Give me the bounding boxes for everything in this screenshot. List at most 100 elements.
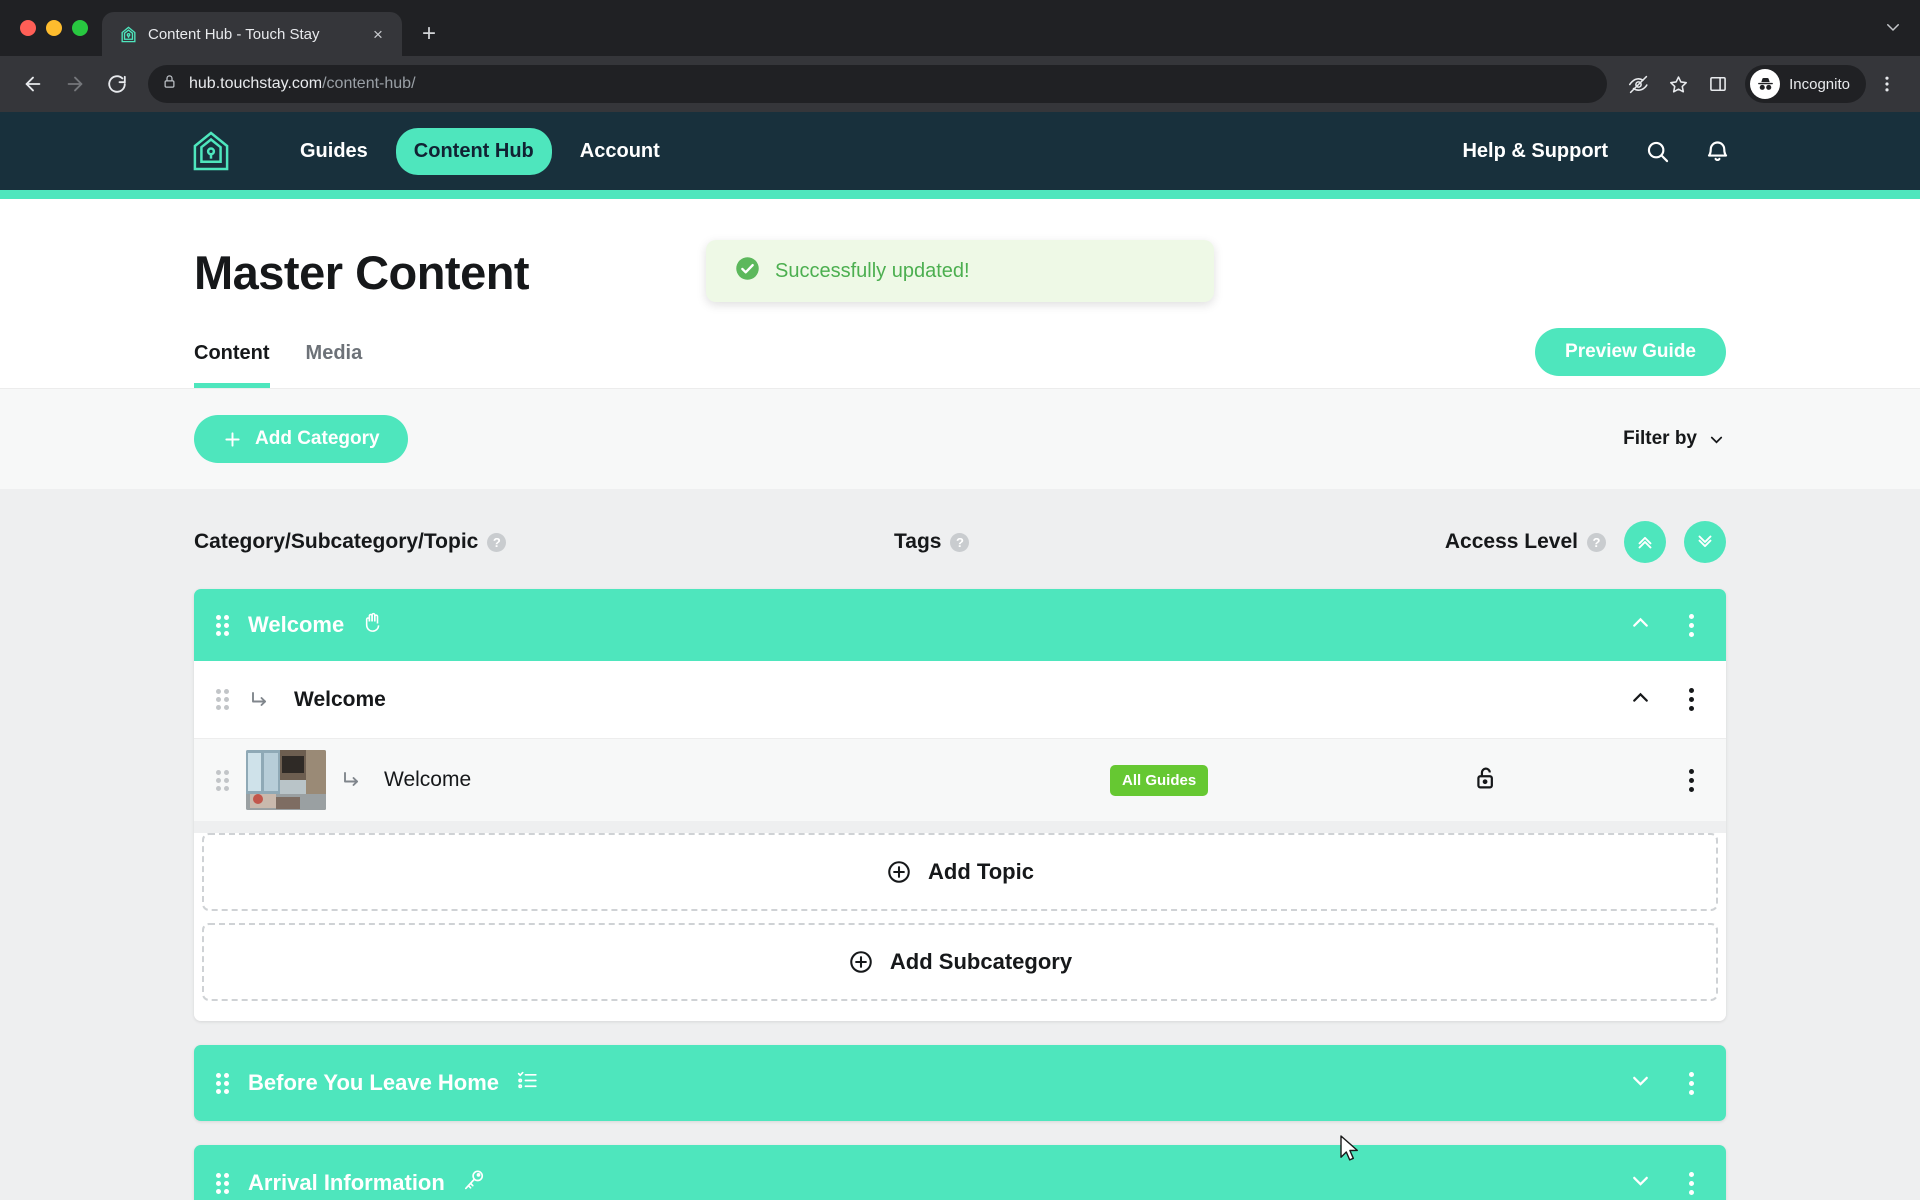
drag-handle-icon[interactable] (216, 1172, 232, 1194)
url-path: /content-hub/ (322, 75, 416, 92)
help-icon[interactable]: ? (487, 532, 507, 552)
filter-by-dropdown[interactable]: Filter by (1623, 428, 1726, 450)
site-lock-icon (162, 74, 177, 94)
profile-incognito-button[interactable]: Incognito (1745, 65, 1866, 103)
forward-button[interactable] (56, 65, 94, 103)
help-icon[interactable]: ? (1587, 532, 1606, 552)
expand-all-button[interactable] (1624, 521, 1666, 563)
add-topic-button[interactable]: Add Topic (202, 833, 1718, 911)
column-header-access-label: Access Level (1444, 530, 1578, 553)
column-header-tags-label: Tags (894, 530, 942, 553)
add-topic-label: Add Topic (928, 859, 1034, 884)
eye-slash-icon[interactable] (1619, 65, 1657, 103)
key-icon (461, 1168, 486, 1198)
collapse-all-button[interactable] (1684, 521, 1726, 563)
browser-window: Content Hub - Touch Stay × + hub.touchst… (0, 0, 1920, 1200)
maximize-window-button[interactable] (72, 20, 88, 36)
subcategory-row-actions (1628, 682, 1704, 717)
help-icon[interactable]: ? (950, 532, 970, 552)
category-row-welcome[interactable]: Welcome (194, 589, 1726, 661)
topic-name: Welcome (384, 768, 472, 791)
app-navigation-bar: Guides Content Hub Account Help & Suppor… (0, 112, 1920, 190)
window-traffic-lights (14, 0, 102, 56)
raised-hand-icon (360, 610, 385, 640)
side-panel-icon[interactable] (1699, 65, 1737, 103)
new-tab-button[interactable]: + (412, 17, 446, 51)
category-name: Arrival Information (248, 1170, 445, 1195)
category-row-actions (1628, 1066, 1704, 1101)
browser-tab[interactable]: Content Hub - Touch Stay × (102, 12, 402, 56)
add-category-button[interactable]: Add Category (194, 415, 408, 463)
page-tabs: Content Media (194, 342, 362, 388)
category-name: Welcome (248, 612, 345, 637)
column-header-tags: Tags ? (894, 530, 1364, 554)
toolbar-right-icons: Incognito (1619, 65, 1906, 103)
drag-handle-icon[interactable] (216, 614, 232, 636)
nav-link-guides[interactable]: Guides (282, 128, 386, 175)
add-subcategory-button[interactable]: Add Subcategory (202, 923, 1718, 1001)
three-dot-menu-icon[interactable] (1868, 65, 1906, 103)
kebab-menu-icon[interactable] (1679, 1166, 1704, 1200)
close-icon[interactable]: × (366, 22, 390, 46)
reload-button[interactable] (98, 65, 136, 103)
browser-tab-strip: Content Hub - Touch Stay × + (0, 0, 1920, 56)
category-row-actions (1628, 1166, 1704, 1200)
search-icon[interactable] (1642, 136, 1672, 166)
kebab-menu-icon[interactable] (1679, 682, 1704, 717)
category-group-welcome: Welcome Welcome Welcome All Guides Add T… (194, 589, 1726, 1021)
chevron-down-icon[interactable] (1884, 18, 1902, 39)
address-bar-url: hub.touchstay.com/content-hub/ (189, 75, 416, 93)
touchstay-house-icon (118, 24, 138, 44)
check-circle-icon (734, 255, 761, 287)
toast-message: Successfully updated! (775, 259, 970, 282)
subcategory-row-welcome[interactable]: Welcome (194, 661, 1726, 739)
nav-link-content-hub[interactable]: Content Hub (395, 127, 552, 175)
drag-handle-icon[interactable] (216, 1072, 232, 1094)
nav-link-account[interactable]: Account (562, 128, 678, 175)
add-category-label: Add Category (255, 428, 380, 449)
browser-tab-title: Content Hub - Touch Stay (148, 25, 320, 43)
address-bar[interactable]: hub.touchstay.com/content-hub/ (148, 65, 1608, 103)
drag-handle-icon[interactable] (216, 689, 232, 710)
nav-link-help-support[interactable]: Help & Support (1458, 128, 1612, 175)
category-row-actions (1628, 608, 1704, 643)
back-button[interactable] (14, 65, 52, 103)
chevron-up-icon[interactable] (1628, 610, 1653, 640)
kebab-menu-icon[interactable] (1679, 608, 1704, 643)
close-window-button[interactable] (20, 20, 36, 36)
kebab-menu-icon[interactable] (1679, 763, 1704, 798)
unlocked-padlock-icon[interactable] (1472, 764, 1500, 797)
tab-content[interactable]: Content (194, 342, 270, 388)
notification-bell-icon[interactable] (1702, 136, 1732, 166)
category-name: Before You Leave Home (248, 1070, 500, 1095)
column-header-access-group: Access Level ? (1445, 521, 1726, 563)
chevron-down-icon[interactable] (1628, 1068, 1653, 1098)
column-header-category-label: Category/Subcategory/Topic (194, 530, 479, 553)
category-row-before-you-leave-home[interactable]: Before You Leave Home (194, 1045, 1726, 1121)
chevron-down-icon (1710, 436, 1723, 444)
drag-handle-icon[interactable] (216, 769, 232, 791)
add-subcategory-label: Add Subcategory (889, 949, 1073, 974)
tab-media[interactable]: Media (306, 342, 363, 388)
incognito-icon (1750, 69, 1781, 99)
checklist-icon (515, 1068, 540, 1098)
category-row-arrival-information[interactable]: Arrival Information (194, 1145, 1726, 1200)
nav-right: Help & Support (1458, 128, 1882, 175)
double-chevron-up-icon (1638, 536, 1652, 549)
double-chevron-down-icon (1698, 535, 1712, 548)
page-tabs-row: Content Media Preview Guide (0, 328, 1920, 388)
chevron-down-icon[interactable] (1628, 1168, 1653, 1198)
minimize-window-button[interactable] (46, 20, 62, 36)
success-toast: Successfully updated! (706, 240, 1214, 302)
tab-strip-right (1884, 0, 1920, 56)
star-icon[interactable] (1659, 65, 1697, 103)
subcategory-footer: Add Topic Add Subcategory (194, 833, 1726, 1021)
kebab-menu-icon[interactable] (1679, 1066, 1704, 1101)
child-arrow-icon (248, 688, 272, 712)
touchstay-house-logo[interactable] (188, 128, 234, 174)
preview-guide-button[interactable]: Preview Guide (1535, 328, 1726, 376)
topic-tag-badge[interactable]: All Guides (1110, 764, 1209, 796)
profile-label: Incognito (1789, 75, 1850, 93)
topic-row-welcome[interactable]: Welcome All Guides (194, 739, 1726, 821)
chevron-up-icon[interactable] (1628, 685, 1653, 715)
